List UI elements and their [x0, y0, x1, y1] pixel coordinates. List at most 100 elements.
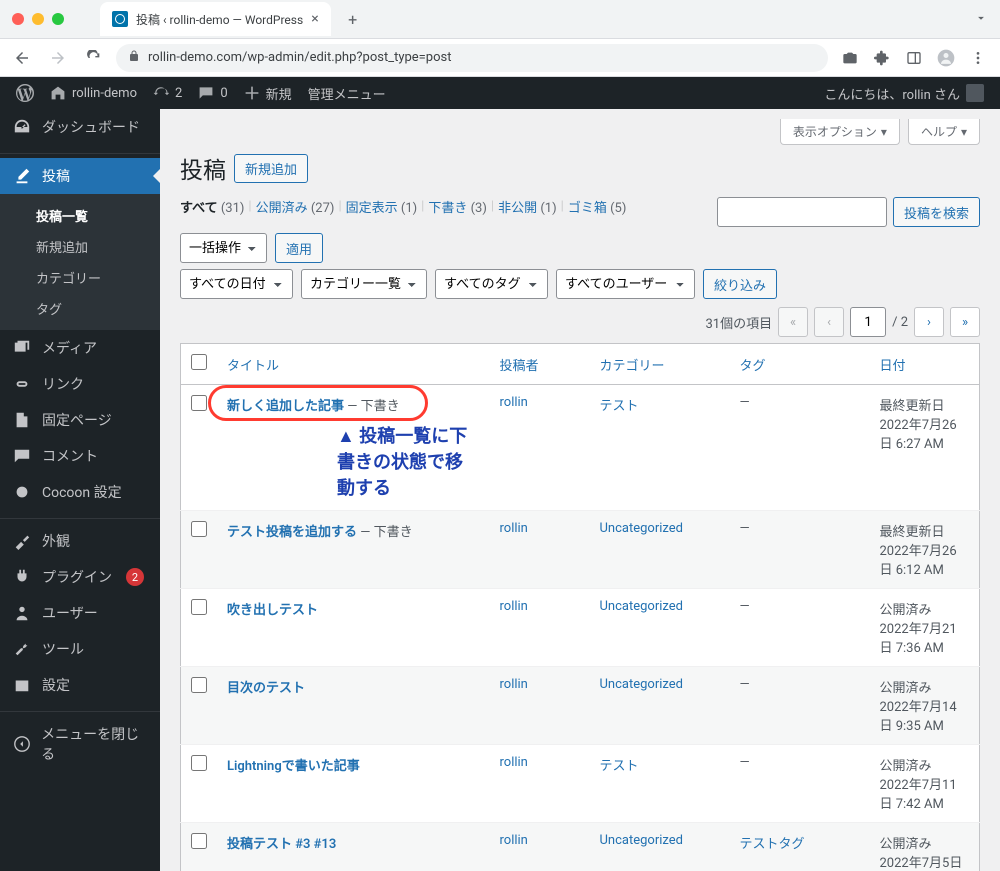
- menu-cocoon[interactable]: Cocoon 設定: [0, 474, 160, 510]
- row-checkbox[interactable]: [191, 755, 207, 771]
- site-name-menu[interactable]: rollin-demo: [42, 77, 145, 109]
- add-new-button[interactable]: 新規追加: [234, 154, 308, 183]
- author-link[interactable]: rollin: [500, 395, 528, 410]
- new-tab-button[interactable]: +: [339, 5, 367, 33]
- select-all-checkbox[interactable]: [191, 354, 207, 370]
- reload-button[interactable]: [80, 44, 108, 72]
- panel-icon[interactable]: [900, 44, 928, 72]
- table-row: Lightningで書いた記事 rollin テスト — 公開済み2022年7月…: [181, 745, 980, 823]
- filter-button[interactable]: 絞り込み: [703, 269, 777, 299]
- author-link[interactable]: rollin: [500, 521, 528, 536]
- menu-settings[interactable]: 設定: [0, 667, 160, 703]
- bulk-action-select[interactable]: 一括操作: [180, 233, 267, 263]
- row-checkbox[interactable]: [191, 833, 207, 849]
- search-button[interactable]: 投稿を検索: [893, 197, 980, 227]
- filter-private[interactable]: 非公開: [498, 201, 537, 216]
- author-link[interactable]: rollin: [500, 677, 528, 692]
- wp-logo-menu[interactable]: [8, 77, 42, 109]
- menu-pages[interactable]: 固定ページ: [0, 402, 160, 438]
- date-filter-select[interactable]: すべての日付: [180, 269, 293, 299]
- prev-page-button[interactable]: ‹: [814, 307, 844, 337]
- url-field[interactable]: rollin-demo.com/wp-admin/edit.php?post_t…: [116, 44, 828, 72]
- category-link[interactable]: テスト: [600, 759, 639, 774]
- row-checkbox[interactable]: [191, 599, 207, 615]
- category-link[interactable]: Uncategorized: [600, 521, 683, 536]
- filter-draft[interactable]: 下書き: [428, 201, 467, 216]
- category-filter-select[interactable]: カテゴリー一覧: [301, 269, 427, 299]
- collapse-menu[interactable]: メニューを閉じる: [0, 716, 160, 772]
- category-link[interactable]: Uncategorized: [600, 599, 683, 614]
- filter-all[interactable]: すべて: [180, 201, 218, 216]
- filter-trash[interactable]: ゴミ箱: [568, 201, 607, 216]
- menu-links[interactable]: リンク: [0, 366, 160, 402]
- menu-plugins[interactable]: プラグイン2: [0, 559, 160, 595]
- submenu-tags[interactable]: タグ: [0, 293, 160, 324]
- menu-appearance[interactable]: 外観: [0, 523, 160, 559]
- screen-options-button[interactable]: 表示オプション ▾: [780, 119, 900, 145]
- window-close-dot[interactable]: [12, 13, 24, 25]
- row-checkbox[interactable]: [191, 521, 207, 537]
- next-page-button[interactable]: ›: [914, 307, 944, 337]
- col-date[interactable]: 日付: [880, 359, 906, 374]
- author-link[interactable]: rollin: [500, 599, 528, 614]
- tag-cell: —: [740, 755, 750, 770]
- submenu-all-posts[interactable]: 投稿一覧: [0, 200, 160, 231]
- menu-dashboard[interactable]: ダッシュボード: [0, 109, 160, 145]
- last-page-button[interactable]: »: [950, 307, 980, 337]
- post-title-link[interactable]: 投稿テスト #3 #13: [227, 837, 336, 852]
- category-link[interactable]: Uncategorized: [600, 833, 683, 848]
- apply-button[interactable]: 適用: [275, 233, 323, 263]
- profile-icon[interactable]: [932, 44, 960, 72]
- post-title-link[interactable]: 吹き出しテスト: [227, 603, 318, 618]
- category-link[interactable]: テスト: [600, 399, 639, 414]
- menu-icon[interactable]: [964, 44, 992, 72]
- menu-comments[interactable]: コメント: [0, 438, 160, 474]
- help-button[interactable]: ヘルプ ▾: [908, 119, 980, 145]
- submenu-new-post[interactable]: 新規追加: [0, 231, 160, 262]
- updates-menu[interactable]: 2: [145, 77, 190, 109]
- menu-tools[interactable]: ツール: [0, 631, 160, 667]
- col-categories: カテゴリー: [590, 344, 730, 385]
- admin-sidebar: ダッシュボード 投稿 投稿一覧 新規追加 カテゴリー タグ メディア リンク 固…: [0, 109, 160, 871]
- submenu-categories[interactable]: カテゴリー: [0, 262, 160, 293]
- manage-menu[interactable]: 管理メニュー: [300, 77, 394, 109]
- menu-users[interactable]: ユーザー: [0, 595, 160, 631]
- col-title[interactable]: タイトル: [227, 359, 279, 374]
- tag-link[interactable]: テストタグ: [740, 837, 805, 852]
- table-row: 吹き出しテスト rollin Uncategorized — 公開済み2022年…: [181, 589, 980, 667]
- post-title-link[interactable]: 目次のテスト: [227, 681, 305, 696]
- forward-button[interactable]: [44, 44, 72, 72]
- comments-menu[interactable]: 0: [190, 77, 235, 109]
- author-link[interactable]: rollin: [500, 755, 528, 770]
- search-input[interactable]: [717, 197, 887, 227]
- page-total: / 2: [892, 315, 908, 330]
- post-title-link[interactable]: Lightningで書いた記事: [227, 759, 360, 774]
- menu-posts[interactable]: 投稿: [0, 158, 160, 194]
- extensions-icon[interactable]: [868, 44, 896, 72]
- user-filter-select[interactable]: すべてのユーザー: [556, 269, 695, 299]
- post-title-link[interactable]: テスト投稿を追加する: [227, 525, 357, 540]
- window-expand-icon[interactable]: [974, 10, 988, 29]
- menu-media[interactable]: メディア: [0, 330, 160, 366]
- menu-separator: [0, 514, 160, 519]
- row-checkbox[interactable]: [191, 677, 207, 693]
- tag-filter-select[interactable]: すべてのタグ: [435, 269, 548, 299]
- current-page-input[interactable]: [850, 307, 886, 337]
- new-content-menu[interactable]: 新規: [236, 77, 300, 109]
- post-title-link[interactable]: 新しく追加した記事: [227, 399, 344, 414]
- browser-tab[interactable]: 投稿 ‹ rollin-demo — WordPress ×: [100, 2, 331, 36]
- table-row: 目次のテスト rollin Uncategorized — 公開済み2022年7…: [181, 667, 980, 745]
- window-zoom-dot[interactable]: [52, 13, 64, 25]
- date-value: 2022年7月5日 8:10 PM: [880, 856, 963, 871]
- author-link[interactable]: rollin: [500, 833, 528, 848]
- back-button[interactable]: [8, 44, 36, 72]
- filter-published[interactable]: 公開済み: [256, 201, 308, 216]
- my-account-menu[interactable]: こんにちは、rollin さん: [816, 77, 992, 109]
- category-link[interactable]: Uncategorized: [600, 677, 683, 692]
- filter-sticky[interactable]: 固定表示: [346, 201, 398, 216]
- tab-close-icon[interactable]: ×: [311, 11, 318, 27]
- first-page-button[interactable]: «: [778, 307, 808, 337]
- window-minimize-dot[interactable]: [32, 13, 44, 25]
- camera-icon[interactable]: [836, 44, 864, 72]
- row-checkbox[interactable]: [191, 395, 207, 411]
